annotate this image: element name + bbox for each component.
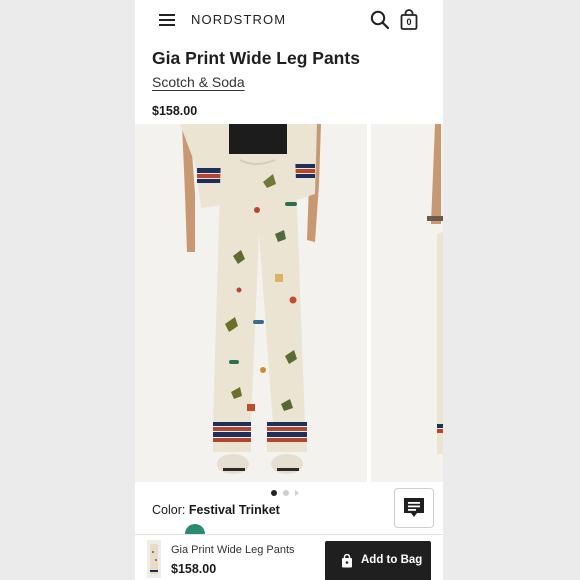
menu-icon[interactable] bbox=[159, 13, 175, 27]
color-selection: Color: Festival Trinket bbox=[152, 503, 280, 517]
product-image-carousel[interactable] bbox=[135, 124, 443, 482]
add-to-bag-label: Add to Bag bbox=[361, 554, 423, 566]
product-image-main[interactable] bbox=[135, 124, 367, 482]
color-value: Festival Trinket bbox=[188, 503, 280, 517]
product-image-next[interactable] bbox=[371, 124, 443, 482]
store-logo[interactable]: NORDSTROM bbox=[191, 12, 286, 27]
app-screen: NORDSTROM 0 Gia Print Wide Leg Pants Sco… bbox=[135, 0, 443, 580]
shopping-bag-icon bbox=[342, 554, 352, 568]
chat-bubble-icon bbox=[404, 498, 424, 517]
search-icon[interactable] bbox=[370, 10, 390, 30]
product-price: $158.00 bbox=[152, 104, 198, 118]
add-to-bag-button[interactable]: Add to Bag bbox=[325, 541, 431, 580]
product-thumbnail bbox=[147, 540, 161, 578]
bottom-bar-price: $158.00 bbox=[171, 562, 217, 576]
model-wearing-pants-image bbox=[135, 124, 367, 482]
color-label: Color: bbox=[152, 503, 186, 517]
carousel-next-arrow-icon[interactable] bbox=[295, 490, 299, 496]
product-title: Gia Print Wide Leg Pants bbox=[152, 48, 360, 68]
bottom-bar-product-name: Gia Print Wide Leg Pants bbox=[171, 544, 295, 556]
carousel-dot-active[interactable] bbox=[271, 490, 277, 496]
bag-count-badge: 0 bbox=[406, 17, 412, 27]
sticky-add-to-bag-bar: Gia Print Wide Leg Pants $158.00 Add to … bbox=[135, 534, 443, 580]
top-bar: NORDSTROM 0 bbox=[135, 0, 443, 42]
carousel-dot[interactable] bbox=[283, 490, 289, 496]
model-side-view-image bbox=[371, 124, 443, 482]
color-swatch[interactable] bbox=[185, 524, 205, 534]
chat-button[interactable] bbox=[394, 488, 434, 528]
brand-link[interactable]: Scotch & Soda bbox=[152, 74, 245, 90]
shopping-bag-icon[interactable]: 0 bbox=[399, 9, 419, 31]
